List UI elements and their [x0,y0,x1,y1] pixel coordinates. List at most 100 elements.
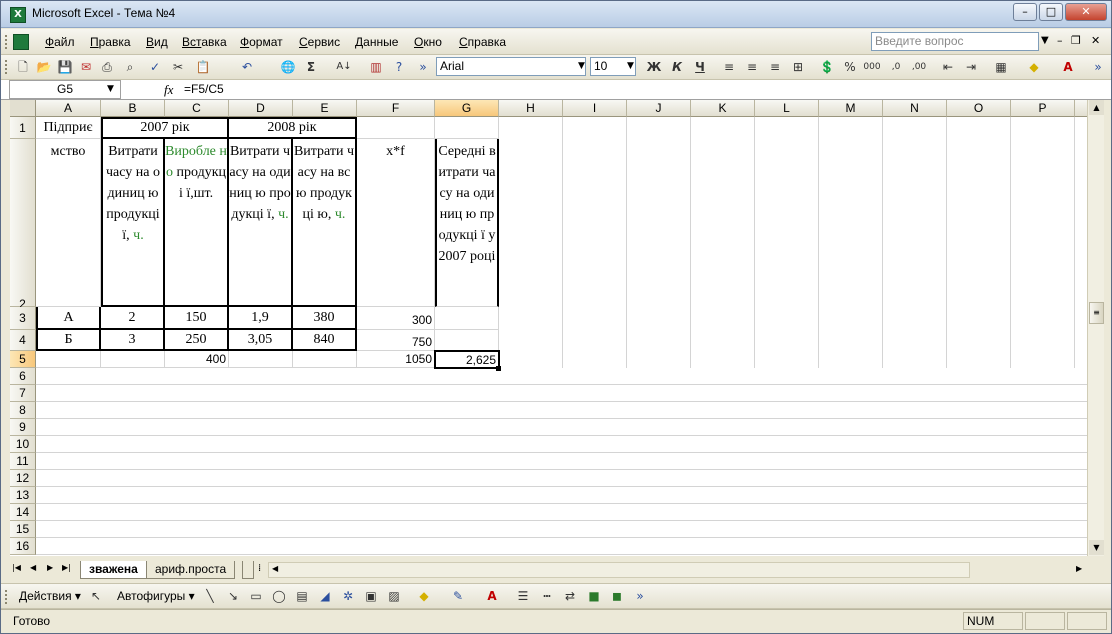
cell-b5[interactable] [101,351,165,368]
menu-tools[interactable]: Сервис [299,35,340,49]
empty-cells-area[interactable] [36,368,1087,556]
sort-ascending-icon[interactable]: A↓ [335,58,353,76]
chart-wizard-icon[interactable]: ▥ [367,58,385,76]
sheet-tab-active[interactable]: зважена [80,561,147,579]
row-header[interactable]: 9 [10,419,36,436]
row-header[interactable]: 12 [10,470,36,487]
doc-minimize-icon[interactable]: – [1057,34,1063,47]
align-center-icon[interactable]: ≡ [743,58,761,76]
increase-decimal-icon[interactable]: ,0 [887,58,905,76]
underline-button[interactable]: Ч [691,58,709,76]
italic-button[interactable]: К [668,58,686,76]
align-left-icon[interactable]: ≡ [720,58,738,76]
paste-icon[interactable]: 📋 [194,58,212,76]
arrow-tool-icon[interactable]: ↘ [224,587,242,605]
cell-b3[interactable]: 2 [101,307,165,330]
cell-c3[interactable]: 150 [165,307,229,330]
menu-format[interactable]: Формат [240,35,283,49]
row-header[interactable]: 7 [10,385,36,402]
doc-restore-icon[interactable]: ❐ [1071,34,1081,47]
column-header-o[interactable]: O [947,100,1011,117]
rectangle-tool-icon[interactable]: ▭ [247,587,265,605]
row-header[interactable]: 14 [10,504,36,521]
permission-icon[interactable]: ✉ [77,58,95,76]
select-objects-icon[interactable]: ↖ [87,587,105,605]
cell-a2[interactable]: мство [36,139,101,307]
cell-a3[interactable]: А [36,307,101,330]
cell-g1[interactable] [435,117,499,139]
help-icon[interactable]: ? [390,58,408,76]
clip-art-icon[interactable]: ▣ [362,587,380,605]
scroll-up-arrow-icon[interactable]: ▲ [1089,100,1104,115]
cell-d3[interactable]: 1,9 [229,307,293,330]
cell-a5[interactable] [36,351,101,368]
insert-function-icon[interactable]: fx [164,82,173,98]
column-header-h[interactable]: H [499,100,563,117]
new-document-icon[interactable]: 🗋 [14,58,32,76]
sheet-tab[interactable]: ариф.проста [146,561,236,579]
cell-g2[interactable]: Середні витрати часу на одиниц ю продукц… [435,139,499,307]
menu-view[interactable]: Вид [146,35,168,49]
scroll-left-arrow-icon[interactable]: ◀ [272,564,278,573]
shadow-style-icon[interactable]: ■ [585,587,603,605]
cut-icon[interactable]: ✂ [169,58,187,76]
cell-a1[interactable]: Підприє [36,117,101,139]
menu-edit[interactable]: Правка [90,35,131,49]
text-box-icon[interactable]: ▤ [293,587,311,605]
diagram-icon[interactable]: ✲ [339,587,357,605]
column-header-partial[interactable] [1075,100,1087,117]
spelling-icon[interactable]: ✓ [146,58,164,76]
cell-f1[interactable] [357,117,435,139]
column-header-j[interactable]: J [627,100,691,117]
row-header[interactable]: 8 [10,402,36,419]
insert-picture-icon[interactable]: ▨ [385,587,403,605]
wordart-icon[interactable]: ◢ [316,587,334,605]
row-header[interactable]: 6 [10,368,36,385]
line-color-icon[interactable]: ✎ [449,587,467,605]
dash-style-icon[interactable]: ┅ [538,587,556,605]
autoshapes-menu[interactable]: Автофигуры ▾ [117,589,195,603]
cell-e3[interactable]: 380 [293,307,357,330]
tab-split-handle-icon[interactable]: ⁞ [258,563,261,574]
column-header-e[interactable]: E [293,100,357,117]
column-header-c[interactable]: C [165,100,229,117]
menu-file[interactable]: Файл [45,35,75,49]
cell-g5-active[interactable]: 2,625 [434,350,500,369]
cell-d2[interactable]: Витрати часу на одиниц ю продукці ї, ч. [229,139,293,307]
prev-sheet-icon[interactable]: ◀ [30,563,36,572]
undo-icon[interactable]: ↶ [238,58,256,76]
menu-insert[interactable]: Вставка [182,35,227,49]
row-header[interactable]: 10 [10,436,36,453]
select-all-corner[interactable] [10,100,36,117]
row-header[interactable]: 13 [10,487,36,504]
minimize-button[interactable]: – [1013,3,1037,21]
close-button[interactable]: ✕ [1065,3,1107,21]
currency-icon[interactable]: 💲 [818,58,836,76]
vertical-scrollbar[interactable]: ▲ ≡ ▼ [1087,100,1104,556]
decrease-decimal-icon[interactable]: ,00 [910,58,928,76]
formula-input[interactable]: =F5/C5 [184,82,224,96]
fill-color-icon[interactable]: ◆ [1025,58,1043,76]
cell-b4[interactable]: 3 [101,330,165,351]
font-color-icon[interactable]: A [483,587,501,605]
row-header[interactable]: 2 [10,139,36,311]
next-sheet-icon[interactable]: ▶ [47,563,53,572]
borders-icon[interactable]: ▦ [992,58,1010,76]
print-icon[interactable]: ⎙ [98,58,116,76]
merge-center-icon[interactable]: ⊞ [789,58,807,76]
draw-actions-menu[interactable]: Действия ▾ [19,589,81,603]
bold-button[interactable]: Ж [645,58,663,76]
cell-d5[interactable] [229,351,293,368]
cell-b1[interactable]: 2007 рік [101,117,229,139]
cell-f3[interactable]: 300 [357,307,435,330]
worksheet-grid[interactable]: A B C D E F G H I J K L M N O P 1 2 3 4 … [10,100,1087,556]
cell-d1[interactable]: 2008 рік [229,117,357,139]
toolbar-grip[interactable] [5,590,9,604]
cell-c2[interactable]: Виробле но продукці ї,шт. [165,139,229,307]
increase-indent-icon[interactable]: ⇥ [962,58,980,76]
doc-close-icon[interactable]: ✕ [1091,34,1100,47]
scroll-thumb[interactable]: ≡ [1089,302,1104,324]
menu-data[interactable]: Данные [355,35,398,49]
cell-e4[interactable]: 840 [293,330,357,351]
column-header-n[interactable]: N [883,100,947,117]
